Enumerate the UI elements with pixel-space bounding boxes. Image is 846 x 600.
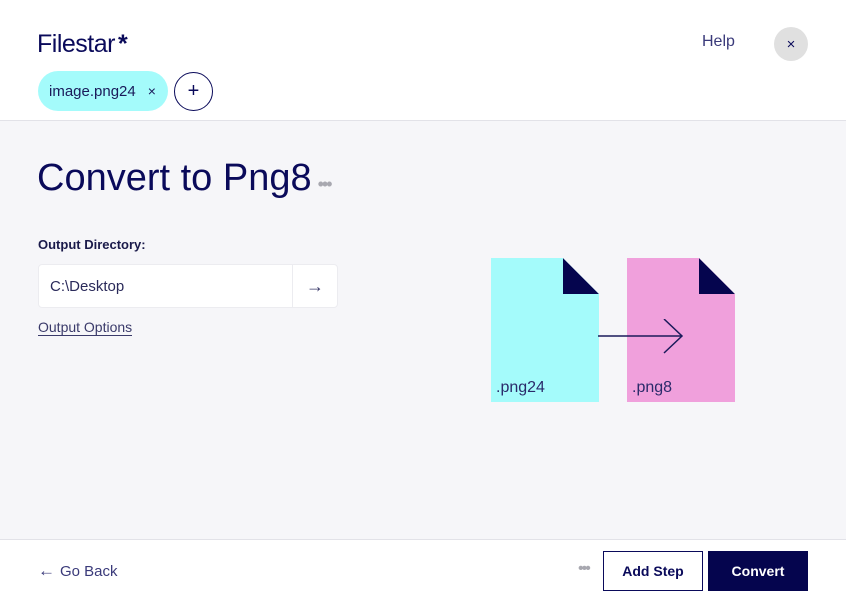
- source-fold-icon: [563, 258, 599, 294]
- source-file-illustration: .png24: [491, 258, 599, 402]
- output-directory-input[interactable]: [39, 265, 292, 307]
- close-icon: ×: [786, 35, 796, 53]
- title-more-icon[interactable]: •••: [318, 174, 333, 195]
- arrow-right-icon: →: [306, 275, 324, 296]
- target-fold-icon: [699, 258, 735, 294]
- more-options-icon[interactable]: •••: [578, 560, 591, 578]
- go-back-button[interactable]: ← Go Back: [38, 561, 118, 581]
- file-chip[interactable]: image.png24 ×: [38, 71, 168, 111]
- add-step-button[interactable]: Add Step: [603, 551, 703, 591]
- target-extension: .png8: [632, 379, 673, 396]
- output-directory-label: Output Directory:: [38, 237, 146, 252]
- add-file-button[interactable]: +: [174, 72, 213, 111]
- output-directory-field: →: [38, 264, 338, 308]
- logo-star-icon: *: [117, 30, 128, 58]
- main-panel: Convert to Png8 ••• Output Directory: → …: [0, 121, 846, 539]
- source-extension: .png24: [496, 379, 545, 396]
- browse-directory-button[interactable]: →: [292, 265, 337, 307]
- conversion-arrow-icon: [598, 319, 684, 354]
- output-options-link[interactable]: Output Options: [38, 319, 133, 336]
- file-chip-label: image.png24: [49, 82, 136, 100]
- go-back-label: Go Back: [60, 562, 118, 580]
- filestar-logo: Filestar *: [37, 30, 128, 59]
- help-link[interactable]: Help: [702, 33, 735, 51]
- convert-button[interactable]: Convert: [708, 551, 808, 591]
- header: Filestar * Help × image.png24 × +: [0, 0, 846, 121]
- logo-text: Filestar: [37, 30, 115, 58]
- remove-file-icon[interactable]: ×: [148, 83, 156, 99]
- arrow-left-icon: ←: [38, 561, 55, 580]
- plus-icon: +: [187, 80, 200, 102]
- close-button[interactable]: ×: [774, 27, 808, 61]
- page-title: Convert to Png8 •••: [37, 157, 333, 200]
- page-title-text: Convert to Png8: [37, 157, 312, 199]
- footer: ← Go Back ••• Add Step Convert: [0, 539, 846, 600]
